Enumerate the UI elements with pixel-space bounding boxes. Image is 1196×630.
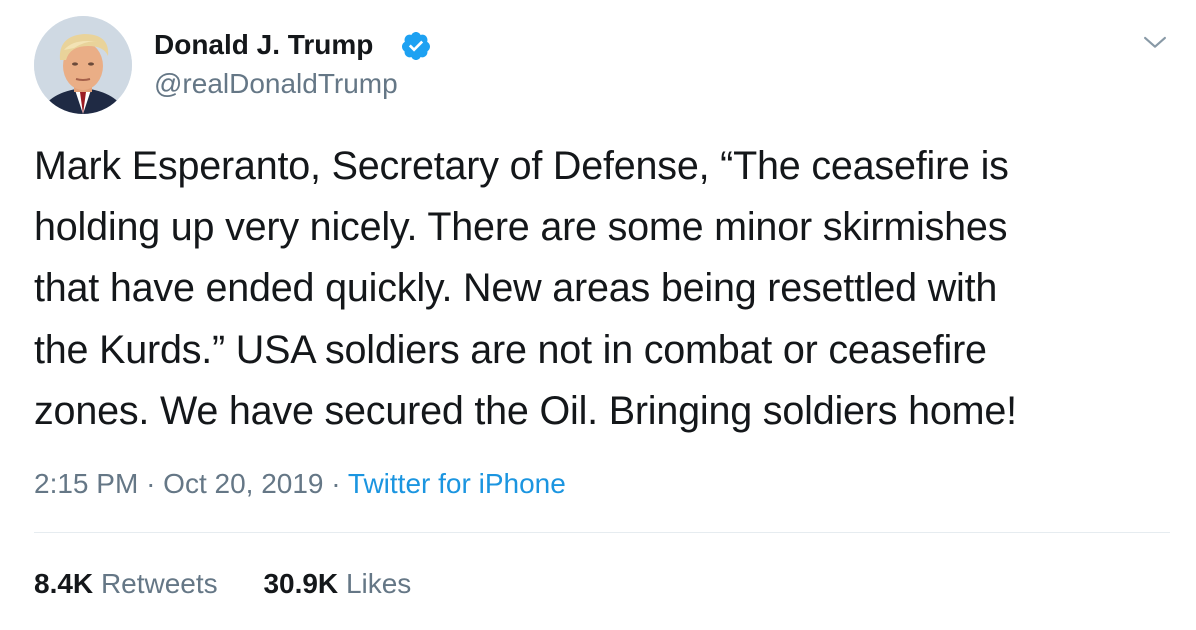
tweet-meta: 2:15 PM · Oct 20, 2019 · Twitter for iPh… [34,466,566,502]
tweet-card: Donald J. Trump @realDonaldTrump Mark Es… [0,0,1196,630]
retweets-stat[interactable]: 8.4K Retweets [34,566,218,602]
meta-separator: · [331,468,341,499]
avatar[interactable] [34,16,132,114]
retweets-label: Retweets [100,568,218,599]
likes-label: Likes [345,568,412,599]
tweet-text: Mark Esperanto, Secretary of Defense, “T… [34,136,1164,442]
verified-badge-icon [401,32,430,60]
tweet-text-line: that have ended quickly. New areas being… [34,266,998,311]
chevron-down-icon[interactable] [1141,28,1169,56]
tweet-text-line: the Kurds.” USA soldiers are not in comb… [34,327,987,372]
tweet-text-line: holding up very nicely. There are some m… [34,205,1008,250]
meta-separator: · [146,468,156,499]
tweet-text-line: zones. We have secured the Oil. Bringing… [34,388,1017,433]
divider [34,532,1170,533]
retweets-count: 8.4K [34,568,94,599]
likes-stat[interactable]: 30.9K Likes [263,566,411,602]
author-name[interactable]: Donald J. Trump [154,28,373,62]
author-handle[interactable]: @realDonaldTrump [154,67,398,101]
avatar-image [34,16,132,114]
tweet-text-line: Mark Esperanto, Secretary of Defense, “T… [34,144,1009,188]
tweet-time[interactable]: 2:15 PM [34,468,138,499]
tweet-date[interactable]: Oct 20, 2019 [163,468,323,499]
tweet-stats: 8.4K Retweets 30.9K Likes [34,566,411,602]
likes-count: 30.9K [263,568,339,599]
tweet-source-link[interactable]: Twitter for iPhone [348,468,566,499]
